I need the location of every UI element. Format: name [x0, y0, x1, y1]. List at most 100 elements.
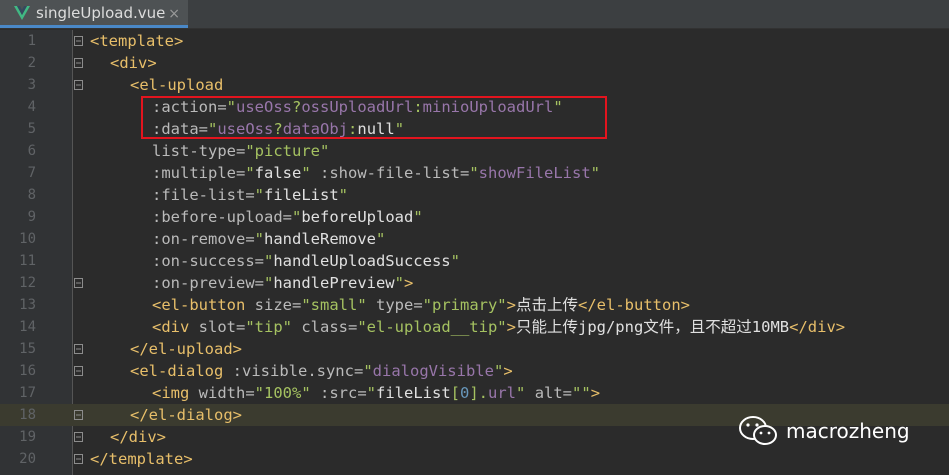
- code-text: <template>: [90, 30, 183, 52]
- line-number: 2: [27, 55, 36, 71]
- code-token: <div: [152, 318, 190, 336]
- code-token: url: [488, 384, 517, 402]
- code-line: 12:on-preview="handlePreview">: [0, 272, 949, 294]
- code-text: :file-list="fileList": [152, 184, 348, 206]
- code-token: 点击上传: [516, 296, 579, 314]
- code-line: 10:on-remove="handleRemove": [0, 228, 949, 250]
- fold-marker-icon[interactable]: [74, 454, 83, 464]
- code-token: </el-dialog>: [130, 406, 242, 424]
- line-number: 3: [27, 77, 36, 93]
- code-token: </el-upload>: [130, 340, 242, 358]
- fold-marker-icon[interactable]: [74, 80, 83, 90]
- code-line: 7:multiple="false" :show-file-list="show…: [0, 162, 949, 184]
- code-line: 8:file-list="fileList": [0, 184, 949, 206]
- code-token: <img: [152, 384, 190, 402]
- code-token: >: [404, 274, 414, 292]
- code-token: "tip": [245, 318, 292, 336]
- code-token: ].: [469, 384, 489, 402]
- code-token: <el-button: [152, 296, 246, 314]
- code-token: ": [375, 230, 386, 248]
- line-number: 17: [19, 385, 36, 401]
- code-token: ": [338, 186, 348, 204]
- wechat-icon: [739, 416, 777, 445]
- code-token: 只能上传jpg/png文件，且不超过10MB: [515, 318, 790, 336]
- code-text: <div>: [110, 52, 157, 74]
- watermark: macrozheng: [738, 415, 910, 447]
- code-text: <div slot="tip" class="el-upload__tip">只…: [152, 316, 845, 338]
- code-token: fileList: [376, 384, 451, 402]
- code-token: ": [301, 164, 311, 182]
- watermark-text: macrozheng: [786, 419, 910, 443]
- code-text: :on-success="handleUploadSuccess": [152, 250, 460, 272]
- code-token: <template>: [90, 32, 184, 50]
- code-token: ": [516, 384, 526, 402]
- code-token: >: [506, 318, 516, 336]
- code-text: <el-upload: [130, 74, 223, 96]
- code-text: :on-remove="handleRemove": [152, 228, 385, 250]
- code-text: </el-upload>: [130, 338, 242, 360]
- code-line: 1 <template>: [0, 30, 949, 52]
- code-text: list-type="picture": [152, 140, 329, 162]
- code-token: ": [413, 208, 423, 226]
- code-token: :on-preview=: [152, 274, 264, 292]
- code-token: ": [590, 164, 600, 182]
- code-token: ": [469, 164, 479, 182]
- line-number: 18: [19, 407, 36, 423]
- highlight-box: [141, 96, 607, 139]
- fold-marker-icon[interactable]: [74, 366, 83, 376]
- code-text: <el-button size="small" type="primary">点…: [152, 294, 690, 316]
- code-token: width=: [189, 384, 255, 402]
- code-token: ": [493, 362, 504, 380]
- code-token: fileList: [264, 186, 339, 204]
- line-number: 14: [19, 319, 36, 335]
- line-number: 4: [27, 99, 36, 115]
- code-token: "picture": [245, 142, 330, 160]
- code-token: dialogVisible: [372, 362, 494, 380]
- code-token: ": [263, 252, 274, 270]
- line-number: 16: [19, 363, 36, 379]
- code-token: :on-remove=: [152, 230, 255, 248]
- code-token: <el-upload: [130, 76, 224, 94]
- code-token: :on-success=: [152, 252, 264, 270]
- line-number: 20: [19, 451, 36, 467]
- code-line: 20 </template>: [0, 448, 949, 470]
- code-token: ": [363, 362, 373, 380]
- code-token: :file-list=: [152, 186, 255, 204]
- line-number: 9: [27, 209, 36, 225]
- code-token: alt=: [525, 384, 573, 402]
- code-token: ": [254, 230, 264, 248]
- line-number: 19: [19, 429, 36, 445]
- code-text: </template>: [90, 448, 193, 470]
- code-text: :multiple="false" :show-file-list="showF…: [152, 162, 600, 184]
- code-text: <el-dialog :visible.sync="dialogVisible"…: [130, 360, 513, 382]
- code-token: ": [245, 164, 255, 182]
- line-number: 6: [27, 143, 36, 159]
- code-token: :show-file-list=: [310, 164, 470, 182]
- code-token: :visible.sync=: [223, 362, 364, 380]
- code-token: :src=: [310, 384, 367, 402]
- fold-marker-icon[interactable]: [74, 410, 83, 420]
- line-number: 13: [19, 297, 36, 313]
- fold-marker-icon[interactable]: [74, 432, 83, 442]
- code-token: ": [450, 252, 460, 270]
- code-line: 14 <div slot="tip" class="el-upload__tip"…: [0, 316, 949, 338]
- fold-marker-icon[interactable]: [74, 344, 83, 354]
- vue-file-icon: [14, 5, 30, 20]
- code-line: 11:on-success="handleUploadSuccess": [0, 250, 949, 272]
- code-line: 13 <el-button size="small" type="primary"…: [0, 294, 949, 316]
- fold-marker-icon[interactable]: [74, 36, 83, 46]
- code-token: "100%": [254, 384, 311, 402]
- code-token: ": [366, 384, 376, 402]
- code-token: size=: [245, 296, 302, 314]
- code-token: beforeUpload: [301, 208, 414, 226]
- fold-marker-icon[interactable]: [74, 58, 83, 68]
- code-token: handleUploadSuccess: [273, 252, 451, 270]
- code-token: showFileList: [478, 164, 591, 182]
- close-tab-icon[interactable]: ×: [168, 6, 180, 22]
- tab-single-upload-vue[interactable]: singleUpload.vue ×: [0, 0, 188, 28]
- code-token: type=: [366, 296, 423, 314]
- code-line: 17 <img width="100%" :src="fileList[0].ur…: [0, 382, 949, 404]
- code-line: 9:before-upload="beforeUpload": [0, 206, 949, 228]
- fold-marker-icon[interactable]: [74, 278, 83, 288]
- line-number: 15: [19, 341, 36, 357]
